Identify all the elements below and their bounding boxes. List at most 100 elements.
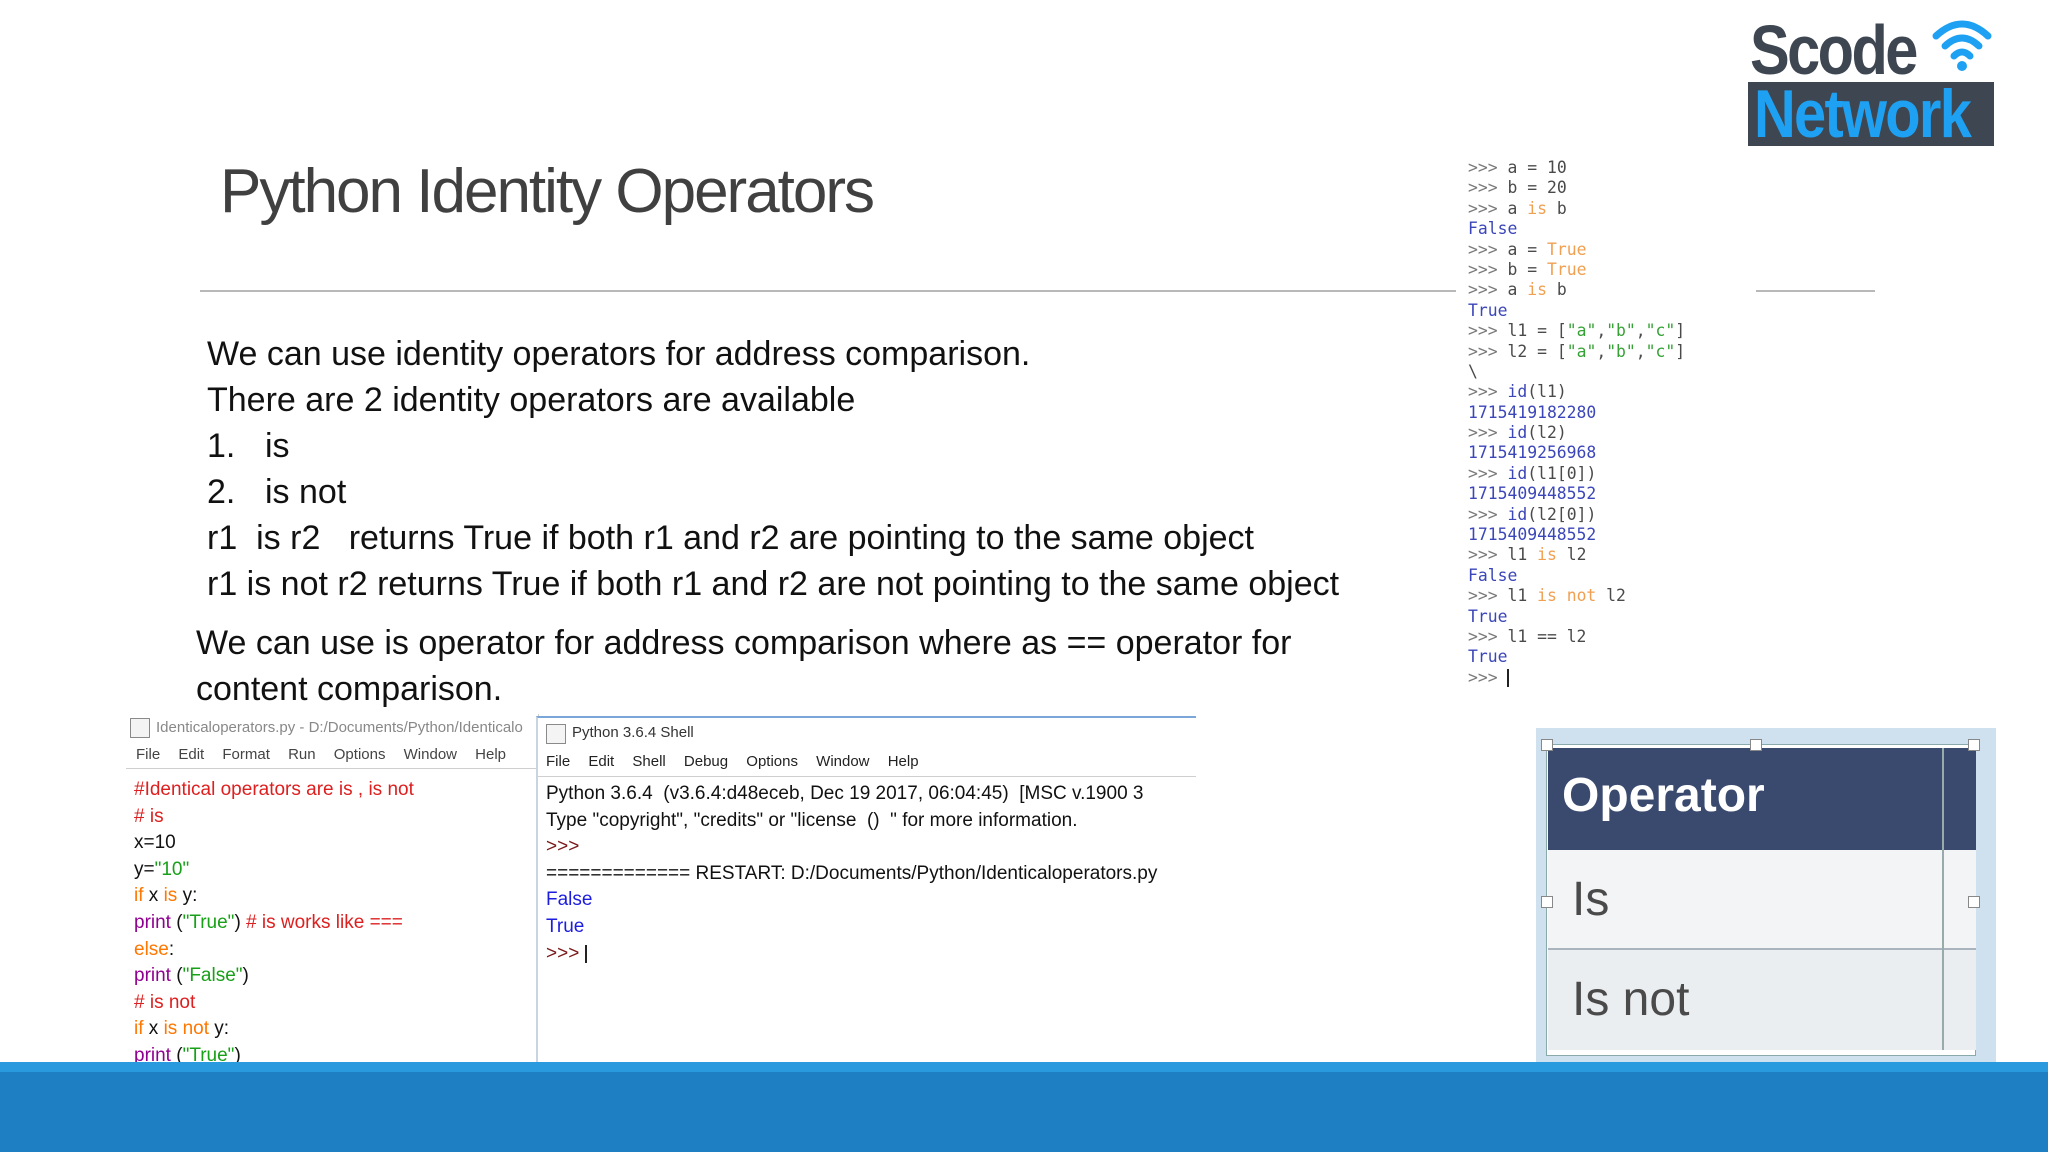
shell-output-line: >>> — [546, 834, 1196, 861]
console-line: >>> a is b — [1468, 199, 1756, 219]
shell-titlebar: Python 3.6.4 Shell — [538, 718, 1196, 748]
python-shell-icon — [546, 724, 566, 744]
code-token: x — [143, 885, 164, 907]
code-token: x — [143, 1018, 164, 1040]
code-token: else — [134, 938, 169, 960]
code-token: y: — [177, 885, 198, 907]
editor-titlebar: Identicaloperators.py - D:/Documents/Pyt… — [126, 714, 538, 742]
code-token: >>> — [1468, 158, 1508, 177]
console-line: 1715409448552 — [1468, 484, 1756, 504]
code-token: #Identical operators are is , is not — [134, 779, 414, 800]
code-token: ] — [1675, 321, 1686, 341]
editor-code-line: print ("False") — [134, 963, 538, 990]
shell-output-area[interactable]: Python 3.6.4 (v3.6.4:d48eceb, Dec 19 201… — [538, 776, 1196, 967]
code-token: >>> — [1468, 259, 1508, 279]
shell-output-line: >>> — [546, 941, 1196, 968]
code-token: True — [1468, 606, 1508, 626]
resize-handle[interactable] — [1968, 739, 1980, 751]
text-cursor — [1507, 669, 1510, 688]
menu-window[interactable]: Window — [816, 753, 869, 770]
menu-debug[interactable]: Debug — [684, 753, 728, 770]
code-token: , — [1596, 341, 1607, 361]
menu-run[interactable]: Run — [288, 746, 316, 763]
list-item: 1. is — [207, 426, 290, 466]
code-token: 1715409448552 — [1468, 484, 1597, 504]
code-token: (l2[0]) — [1527, 504, 1597, 524]
code-token: l2 — [1556, 545, 1587, 565]
menu-format[interactable]: Format — [222, 746, 270, 763]
shell-output-line: Python 3.6.4 (v3.6.4:d48eceb, Dec 19 201… — [546, 781, 1196, 808]
menu-options[interactable]: Options — [746, 753, 798, 770]
menu-file[interactable]: File — [136, 746, 160, 763]
code-token: >>> — [1468, 341, 1508, 361]
code-token: >>> — [1468, 321, 1508, 341]
menu-file[interactable]: File — [546, 753, 570, 770]
code-token: id — [1507, 504, 1528, 524]
editor-code-line: if x is y: — [134, 883, 538, 910]
resize-handle[interactable] — [1968, 896, 1980, 908]
code-token: # is works like === — [246, 911, 403, 933]
code-token: >>> — [1468, 178, 1508, 198]
code-token: ) — [242, 965, 249, 987]
code-token: a = 10 — [1507, 158, 1567, 177]
resize-handle[interactable] — [1541, 739, 1553, 751]
list-text: is not — [265, 473, 347, 511]
shell-output-line: False — [546, 887, 1196, 914]
code-token: >>> — [1468, 545, 1508, 565]
body-line-1: We can use identity operators for addres… — [207, 335, 1031, 373]
code-token: >>> — [1468, 198, 1508, 218]
code-token: >>> — [1468, 280, 1508, 300]
python-file-icon — [130, 718, 150, 738]
code-token: id — [1507, 382, 1528, 402]
code-token: "10" — [154, 858, 190, 880]
console-line: True — [1468, 647, 1756, 667]
console-line: True — [1468, 301, 1756, 321]
code-token: >>> — [1468, 463, 1508, 483]
list-number: 2. — [207, 473, 236, 511]
code-token: "c" — [1645, 321, 1676, 341]
code-token: b = — [1507, 259, 1547, 279]
resize-handle[interactable] — [1750, 739, 1762, 751]
editor-menubar: File Edit Format Run Options Window Help — [126, 742, 538, 768]
code-token: print — [134, 965, 171, 987]
code-token: Python 3.6.4 (v3.6.4:d48eceb, Dec 19 201… — [546, 783, 1144, 804]
menu-options[interactable]: Options — [334, 746, 386, 763]
code-token: l2 = [ — [1507, 341, 1567, 361]
table-column-divider — [1942, 748, 1944, 1050]
editor-code-line: print ("True") # is works like === — [134, 910, 538, 937]
code-token: is — [163, 885, 178, 907]
menu-help[interactable]: Help — [475, 746, 506, 763]
footer-accent-strip — [0, 1062, 2048, 1072]
console-line: 1715419256968 — [1468, 443, 1756, 463]
menu-window[interactable]: Window — [404, 746, 457, 763]
code-token: y= — [134, 858, 155, 880]
console-line: False — [1468, 566, 1756, 586]
editor-code-line: y="10" — [134, 857, 538, 884]
editor-code-line: else: — [134, 937, 538, 964]
code-token: if — [134, 885, 144, 907]
resize-handle[interactable] — [1541, 896, 1553, 908]
code-token: is not — [1537, 586, 1597, 606]
console-screenshot: >>> a = 10 >>> b = 20 >>> a is b False >>> a… — [1456, 154, 1756, 714]
list-number: 1. — [207, 427, 236, 465]
menu-help[interactable]: Help — [888, 753, 919, 770]
code-token: (l2) — [1527, 423, 1567, 443]
code-token: ) — [234, 911, 247, 933]
code-token: l2 — [1596, 586, 1626, 606]
code-token: # is not — [134, 991, 196, 1013]
code-token: l1 = [ — [1507, 321, 1567, 341]
code-token: >>> — [1468, 626, 1508, 646]
code-token: ============= RESTART: D:/Documents/Pyth… — [546, 862, 1158, 884]
console-line: >>> b = 20 — [1468, 178, 1756, 198]
editor-title: Identicaloperators.py - D:/Documents/Pyt… — [156, 719, 523, 736]
menu-edit[interactable]: Edit — [588, 753, 614, 770]
console-line: >>> a = 10 — [1468, 158, 1756, 178]
code-token: True — [1546, 259, 1587, 279]
menu-edit[interactable]: Edit — [178, 746, 204, 763]
code-token: ( — [170, 911, 183, 933]
menu-shell[interactable]: Shell — [632, 753, 665, 770]
note-line-1: We can use is operator for address compa… — [196, 624, 1292, 662]
rule-line-is: r1 is r2 returns True if both r1 and r2 … — [207, 519, 1254, 557]
console-line: 1715409448552 — [1468, 525, 1756, 545]
console-line: >>> — [1468, 668, 1756, 688]
